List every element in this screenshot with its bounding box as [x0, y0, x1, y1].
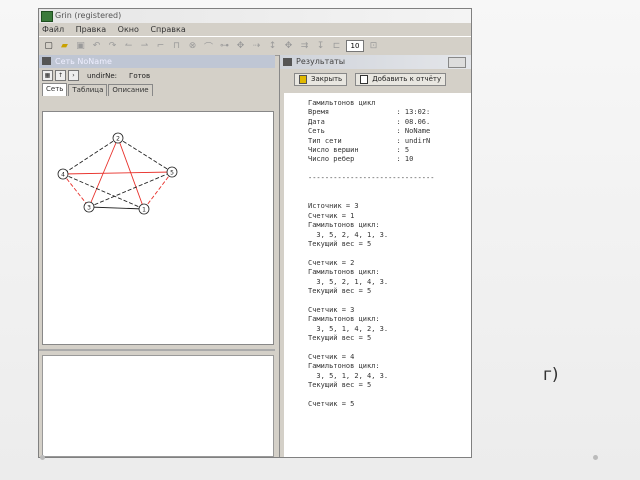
network-window: Сеть NoName ▦ ↑ › undirNe: Готов Сеть Та…	[39, 55, 275, 457]
status-text: Готов	[129, 71, 151, 80]
door-icon	[299, 74, 307, 84]
up-arrow-icon[interactable]: ↑	[55, 70, 66, 81]
grin-app-window: Grin (registered) Файл Правка Окно Справ…	[38, 8, 472, 458]
spread-icon[interactable]: ⇉	[298, 40, 311, 53]
graph-vertex-label: 5	[170, 170, 174, 177]
add-to-report-button[interactable]: Добавить к отчёту	[355, 72, 447, 86]
results-icon	[283, 58, 292, 66]
results-titlebar: Результаты	[280, 55, 471, 69]
menu-help[interactable]: Справка	[150, 25, 185, 34]
select-icon[interactable]: ⊓	[170, 40, 183, 53]
new-file-icon[interactable]: ▢	[42, 40, 55, 53]
arrows-icon[interactable]: ⇢	[250, 40, 263, 53]
graph-edge-4-1[interactable]	[62, 173, 145, 210]
graph-edge-2-1[interactable]	[117, 137, 145, 210]
graph-edge-4-5[interactable]	[62, 171, 173, 175]
vertical-icon[interactable]: ↕	[266, 40, 279, 53]
link-icon[interactable]: ⊶	[218, 40, 231, 53]
tab-description[interactable]: Описание	[108, 84, 153, 96]
graph-vertex-label: 4	[61, 172, 65, 179]
menu-file[interactable]: Файл	[42, 25, 64, 34]
zoom-field[interactable]: 10	[346, 40, 364, 52]
report-icon	[360, 74, 369, 84]
graph-vertex-1[interactable]: 1	[138, 203, 150, 215]
move-icon[interactable]: ✥	[234, 40, 247, 53]
drop-icon[interactable]: ↧	[314, 40, 327, 53]
network-tabs: Сеть Таблица Описание	[39, 83, 275, 96]
graph-canvas[interactable]: 1 2 3 4 5	[42, 111, 274, 345]
slide-caption: г)	[543, 365, 559, 385]
tab-table[interactable]: Таблица	[68, 84, 108, 96]
move-all-icon[interactable]: ✥	[282, 40, 295, 53]
graph-edge-4-3[interactable]	[62, 173, 90, 208]
menu-bar: Файл Правка Окно Справка	[39, 23, 471, 36]
grid-icon[interactable]: ▦	[42, 70, 53, 81]
next-arrow-icon[interactable]: ›	[68, 70, 79, 81]
results-window: Результаты Закрыть Добавить к отчёту Гам…	[279, 55, 471, 457]
report-text: Гамильтонов цикл Время : 13:02: Дата : 0…	[308, 99, 435, 408]
lower-panel	[42, 355, 274, 457]
arrow-left-icon[interactable]: ↼	[122, 40, 135, 53]
graph-edge-3-1[interactable]	[88, 206, 145, 210]
slide-dot-left	[40, 455, 45, 460]
menu-window[interactable]: Окно	[118, 25, 139, 34]
results-title: Результаты	[296, 57, 346, 66]
undo-icon[interactable]: ↶	[90, 40, 103, 53]
zoom-icon[interactable]: ⊡	[367, 40, 380, 53]
node-icon[interactable]: ⊗	[186, 40, 199, 53]
network-window-titlebar: Сеть NoName	[39, 55, 275, 68]
graph-vertex-4[interactable]: 4	[57, 168, 69, 180]
graph-drawing: 1 2 3 4 5	[57, 132, 178, 215]
graph-vertex-3[interactable]: 3	[83, 201, 95, 213]
graph-vertex-label: 3	[87, 205, 91, 212]
page-icon[interactable]: ⊏	[330, 40, 343, 53]
app-titlebar: Grin (registered)	[39, 9, 471, 23]
add-to-report-label: Добавить к отчёту	[372, 75, 442, 83]
save-icon[interactable]: ▣	[74, 40, 87, 53]
undir-label: undirNe:	[87, 71, 118, 80]
network-toolbar: ▦ ↑ › undirNe: Готов	[39, 68, 275, 83]
graph-vertex-5[interactable]: 5	[166, 166, 178, 178]
edge-icon[interactable]: ⌒	[202, 40, 215, 53]
close-button[interactable]: Закрыть	[294, 72, 348, 86]
splitter[interactable]	[39, 349, 275, 351]
results-toolbar: Закрыть Добавить к отчёту	[280, 69, 471, 89]
graph-vertex-label: 2	[116, 136, 120, 143]
menu-edit[interactable]: Правка	[76, 25, 106, 34]
graph-vertex-label: 1	[142, 207, 146, 214]
main-toolbar: ▢ ▰ ▣ ↶ ↷ ↼ ⇀ ⌐ ⊓ ⊗ ⌒ ⊶ ✥ ⇢ ↕ ✥ ⇉ ↧ ⊏ 10…	[39, 36, 471, 56]
network-window-title: Сеть NoName	[55, 57, 112, 66]
network-window-icon	[42, 57, 51, 65]
minimize-button[interactable]	[448, 57, 466, 68]
app-title: Grin (registered)	[55, 11, 122, 20]
graph-edge-2-4[interactable]	[62, 137, 119, 175]
redo-icon[interactable]: ↷	[106, 40, 119, 53]
fit-icon[interactable]: ⌐	[154, 40, 167, 53]
report-text-area[interactable]: Гамильтонов цикл Время : 13:02: Дата : 0…	[284, 93, 471, 457]
graph-edge-2-5[interactable]	[117, 137, 173, 173]
app-icon	[41, 11, 53, 22]
graph-vertex-2[interactable]: 2	[112, 132, 124, 144]
open-folder-icon[interactable]: ▰	[58, 40, 71, 53]
slide-dot-right	[593, 455, 598, 460]
tab-network[interactable]: Сеть	[42, 83, 68, 96]
arrow-right-icon[interactable]: ⇀	[138, 40, 151, 53]
close-button-label: Закрыть	[311, 75, 343, 83]
